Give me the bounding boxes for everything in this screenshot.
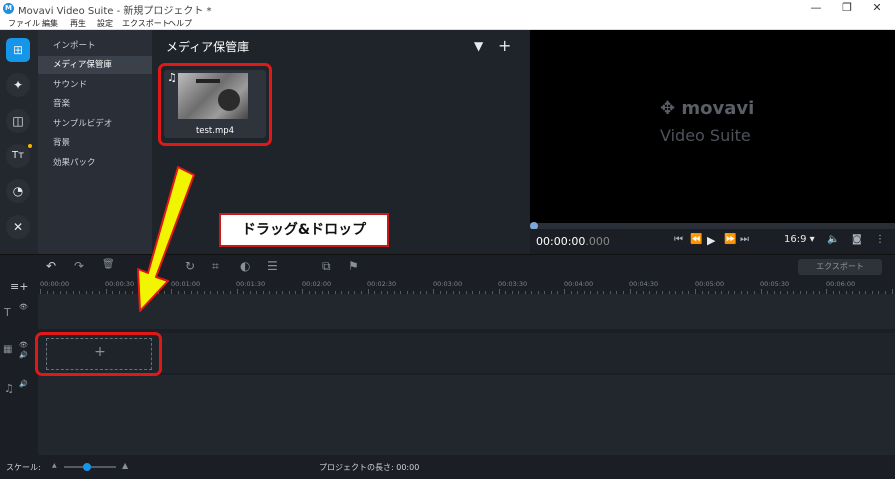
ruler-tick-label: 00:06:00: [826, 280, 856, 288]
audio-track[interactable]: [38, 375, 895, 455]
import-icon[interactable]: ⊞: [6, 38, 30, 62]
app-logo-icon: M: [3, 3, 14, 14]
clip-properties-icon[interactable]: ☰: [267, 259, 278, 273]
zoom-out-icon[interactable]: ▲: [52, 462, 57, 469]
scale-label: スケール:: [6, 463, 41, 472]
color-adjust-icon[interactable]: ◐: [240, 259, 250, 273]
ruler-tick-label: 00:02:30: [367, 280, 397, 288]
stickers-icon[interactable]: ◔: [6, 179, 30, 203]
highlight-media-box: [158, 63, 272, 146]
stabilize-icon[interactable]: ⧉: [322, 259, 331, 274]
category-music[interactable]: 音楽: [38, 95, 152, 113]
ruler-tick-label: 00:04:30: [629, 280, 659, 288]
undo-icon[interactable]: ↶: [46, 259, 56, 273]
ruler-tick-label: 00:04:00: [564, 280, 594, 288]
title-track-eye-icon[interactable]: 👁: [19, 303, 28, 311]
filter-icon[interactable]: ▼: [474, 39, 483, 53]
menu-edit[interactable]: 編集: [42, 18, 58, 29]
video-track-eye-icon[interactable]: 👁: [19, 341, 28, 349]
tool-rail: ⊞ ✦ ◫ Tт ◔ ✕: [0, 30, 38, 254]
ruler-tick-label: 00:05:00: [695, 280, 725, 288]
title-track-icon: T: [4, 306, 11, 319]
prev-frame-icon[interactable]: ⏪: [690, 234, 702, 245]
preview-panel: ✥ movavi Video Suite 00:00:00.000 ⏮ ⏪ ▶ …: [530, 30, 895, 254]
close-button[interactable]: ✕: [867, 1, 887, 14]
snapshot-icon[interactable]: ◙: [852, 234, 862, 245]
transitions-icon[interactable]: ◫: [6, 109, 30, 133]
video-track[interactable]: [38, 333, 895, 373]
titles-icon[interactable]: Tт: [6, 144, 30, 168]
scale-slider-knob[interactable]: [83, 463, 92, 471]
zoom-in-icon[interactable]: ▲: [122, 461, 128, 470]
menu-play[interactable]: 再生: [70, 18, 86, 29]
effects-icon[interactable]: ✦: [6, 73, 30, 97]
add-media-icon[interactable]: +: [498, 36, 511, 55]
ruler-tick-label: 00:03:30: [498, 280, 528, 288]
play-icon[interactable]: ▶: [707, 234, 715, 247]
window-title: Movavi Video Suite - 新規プロジェクト *: [18, 6, 212, 17]
category-media-library[interactable]: メディア保管庫: [38, 56, 152, 74]
menu-export[interactable]: エクスポート: [122, 18, 170, 29]
title-bar: M Movavi Video Suite - 新規プロジェクト * — ❐ ✕: [0, 0, 895, 17]
audio-track-mute-icon[interactable]: 🔊: [19, 380, 28, 388]
ruler-tick-label: 00:02:00: [302, 280, 332, 288]
marker-flag-icon[interactable]: ⚑: [348, 259, 359, 273]
menu-settings[interactable]: 設定: [97, 18, 113, 29]
delete-icon[interactable]: 🗑: [102, 259, 115, 270]
ruler-tick-label: 00:01:30: [236, 280, 266, 288]
track-header-column: ≡+ T 👁 ▦ 👁 🔊 ♫ 🔊: [0, 278, 38, 478]
next-frame-icon[interactable]: ⏩: [724, 234, 736, 245]
project-length: プロジェクトの長さ: 00:00: [319, 463, 420, 472]
timecode: 00:00:00.000: [536, 235, 610, 248]
crop-icon[interactable]: ⌗: [212, 259, 219, 274]
drag-arrow: [137, 166, 195, 312]
add-track-icon[interactable]: ≡+: [10, 280, 28, 293]
ruler-tick-label: 00:00:00: [40, 280, 70, 288]
ruler-tick-label: 00:05:30: [760, 280, 790, 288]
maximize-button[interactable]: ❐: [837, 1, 857, 14]
movavi-logo: ✥ movavi: [660, 98, 755, 119]
drag-drop-callout: ドラッグ&ドロップ: [219, 213, 389, 247]
menu-bar: ファイル 編集 再生 設定 エクスポート ヘルプ: [0, 17, 895, 30]
skip-end-icon[interactable]: ⏭: [740, 234, 749, 245]
movavi-logo-subtitle: Video Suite: [660, 126, 751, 145]
highlight-drop-box: [35, 332, 162, 376]
media-library-heading: メディア保管庫: [166, 40, 250, 54]
scale-slider[interactable]: [64, 463, 116, 471]
redo-icon[interactable]: ↷: [74, 259, 84, 273]
ruler-tick-label: 00:03:00: [433, 280, 463, 288]
status-bar: スケール: ▲ ▲ プロジェクトの長さ: 00:00: [0, 456, 895, 479]
aspect-ratio-dropdown[interactable]: 16:9 ▾: [784, 234, 815, 245]
skip-start-icon[interactable]: ⏮: [674, 234, 683, 245]
menu-help[interactable]: ヘルプ: [168, 18, 192, 29]
category-sample-video[interactable]: サンプルビデオ: [38, 115, 152, 133]
minimize-button[interactable]: —: [806, 1, 826, 14]
new-badge-dot: [28, 144, 32, 148]
tools-icon[interactable]: ✕: [6, 215, 30, 239]
more-icon[interactable]: ⋮: [875, 234, 885, 245]
category-sound[interactable]: サウンド: [38, 76, 152, 94]
menu-file[interactable]: ファイル: [8, 18, 40, 29]
audio-track-icon: ♫: [4, 382, 14, 395]
playback-controls: 00:00:00.000 ⏮ ⏪ ▶ ⏩ ⏭ 16:9 ▾ 🔈 ◙ ⋮: [530, 229, 895, 254]
category-background[interactable]: 背景: [38, 134, 152, 152]
category-import[interactable]: インポート: [38, 37, 152, 55]
video-track-icon: ▦: [3, 344, 13, 355]
volume-icon[interactable]: 🔈: [827, 234, 839, 245]
drag-arrow-shape: [137, 166, 195, 312]
export-button[interactable]: エクスポート: [798, 259, 882, 275]
video-track-mute-icon[interactable]: 🔊: [19, 351, 28, 359]
